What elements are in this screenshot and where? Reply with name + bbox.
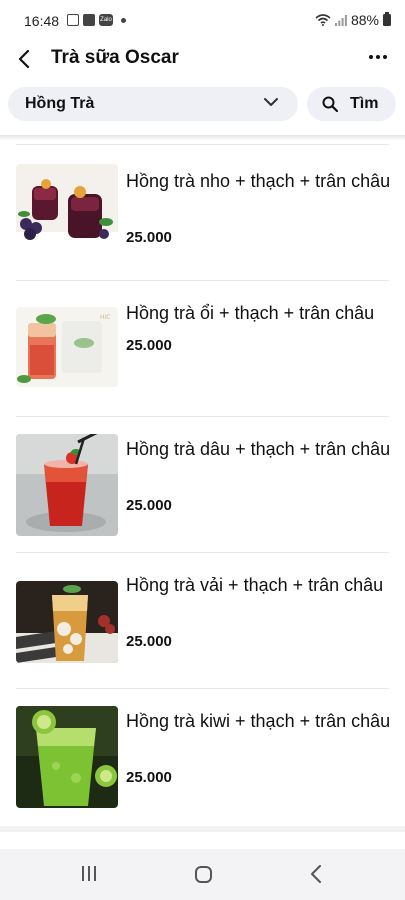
product-name: Hồng trà vải + thạch + trân châu	[126, 575, 384, 595]
kiwi-tea-photo	[16, 706, 118, 808]
recent-apps-icon[interactable]	[82, 866, 96, 881]
home-icon[interactable]	[195, 866, 212, 883]
wifi-icon	[315, 14, 331, 26]
filter-shadow	[0, 135, 405, 141]
strawberry-tea-photo	[16, 434, 118, 536]
more-options-button[interactable]	[367, 44, 389, 70]
back-button[interactable]	[10, 44, 38, 74]
signal-icon	[334, 15, 347, 26]
svg-text:HIC: HIC	[100, 314, 110, 321]
lychee-tea-photo	[16, 581, 118, 663]
category-label: Hồng Trà	[25, 95, 95, 112]
search-label: Tìm	[350, 95, 379, 112]
product-price: 25.000	[126, 769, 172, 786]
product-price: 25.000	[126, 337, 172, 354]
product-item[interactable]: Hồng trà dâu + thạch + trân châu 25.000	[0, 417, 405, 553]
chevron-down-icon	[264, 98, 278, 106]
status-time: 16:48	[24, 13, 60, 29]
recents-line	[88, 866, 90, 881]
product-item[interactable]: HIC Hồng trà ổi + thạch + trân châu 25.0…	[0, 281, 405, 417]
battery-icon	[383, 12, 391, 26]
product-item[interactable]: Hồng trà kiwi + thạch + trân châu 25.000	[0, 689, 405, 825]
status-indicators: 88%	[315, 12, 391, 28]
recents-line	[94, 866, 96, 881]
category-dropdown[interactable]: Hồng Trà	[8, 87, 298, 121]
page-title: Trà sữa Oscar	[51, 47, 179, 68]
product-name: Hồng trà kiwi + thạch + trân châu	[126, 711, 391, 731]
product-name: Hồng trà ổi + thạch + trân châu	[126, 303, 375, 323]
battery-percent: 88%	[350, 12, 379, 28]
arrow-left-icon	[18, 50, 30, 68]
system-nav-bar	[0, 849, 405, 900]
zalo-icon: Zalo	[99, 14, 113, 26]
more-dot-icon	[383, 55, 387, 59]
search-button[interactable]: Tìm	[307, 87, 396, 121]
product-item[interactable]: Hồng trà vải + thạch + trân châu 25.000	[0, 553, 405, 689]
notification-icons: Zalo	[67, 14, 126, 26]
product-price: 25.000	[126, 229, 172, 246]
guava-tea-photo: HIC	[16, 307, 118, 387]
dot-icon	[121, 17, 126, 23]
product-price: 25.000	[126, 497, 172, 514]
grape-tea-photo	[16, 164, 118, 266]
search-icon	[322, 96, 338, 112]
more-dot-icon	[376, 55, 380, 59]
product-price: 25.000	[126, 633, 172, 650]
filter-bar: Hồng Trà Tìm	[0, 84, 405, 136]
product-name: Hồng trà dâu + thạch + trân châu	[126, 439, 391, 459]
list-end-separator	[0, 826, 405, 832]
status-bar: 16:48 Zalo 88%	[0, 0, 405, 40]
product-name: Hồng trà nho + thạch + trân châu	[126, 171, 391, 191]
back-nav-icon[interactable]	[310, 865, 322, 883]
app-header: Trà sữa Oscar	[0, 40, 405, 84]
image-icon	[67, 14, 79, 26]
more-dot-icon	[369, 55, 373, 59]
bag-icon	[83, 14, 95, 26]
recents-line	[82, 866, 84, 881]
product-item[interactable]: Hồng trà nho + thạch + trân châu 25.000	[0, 145, 405, 281]
